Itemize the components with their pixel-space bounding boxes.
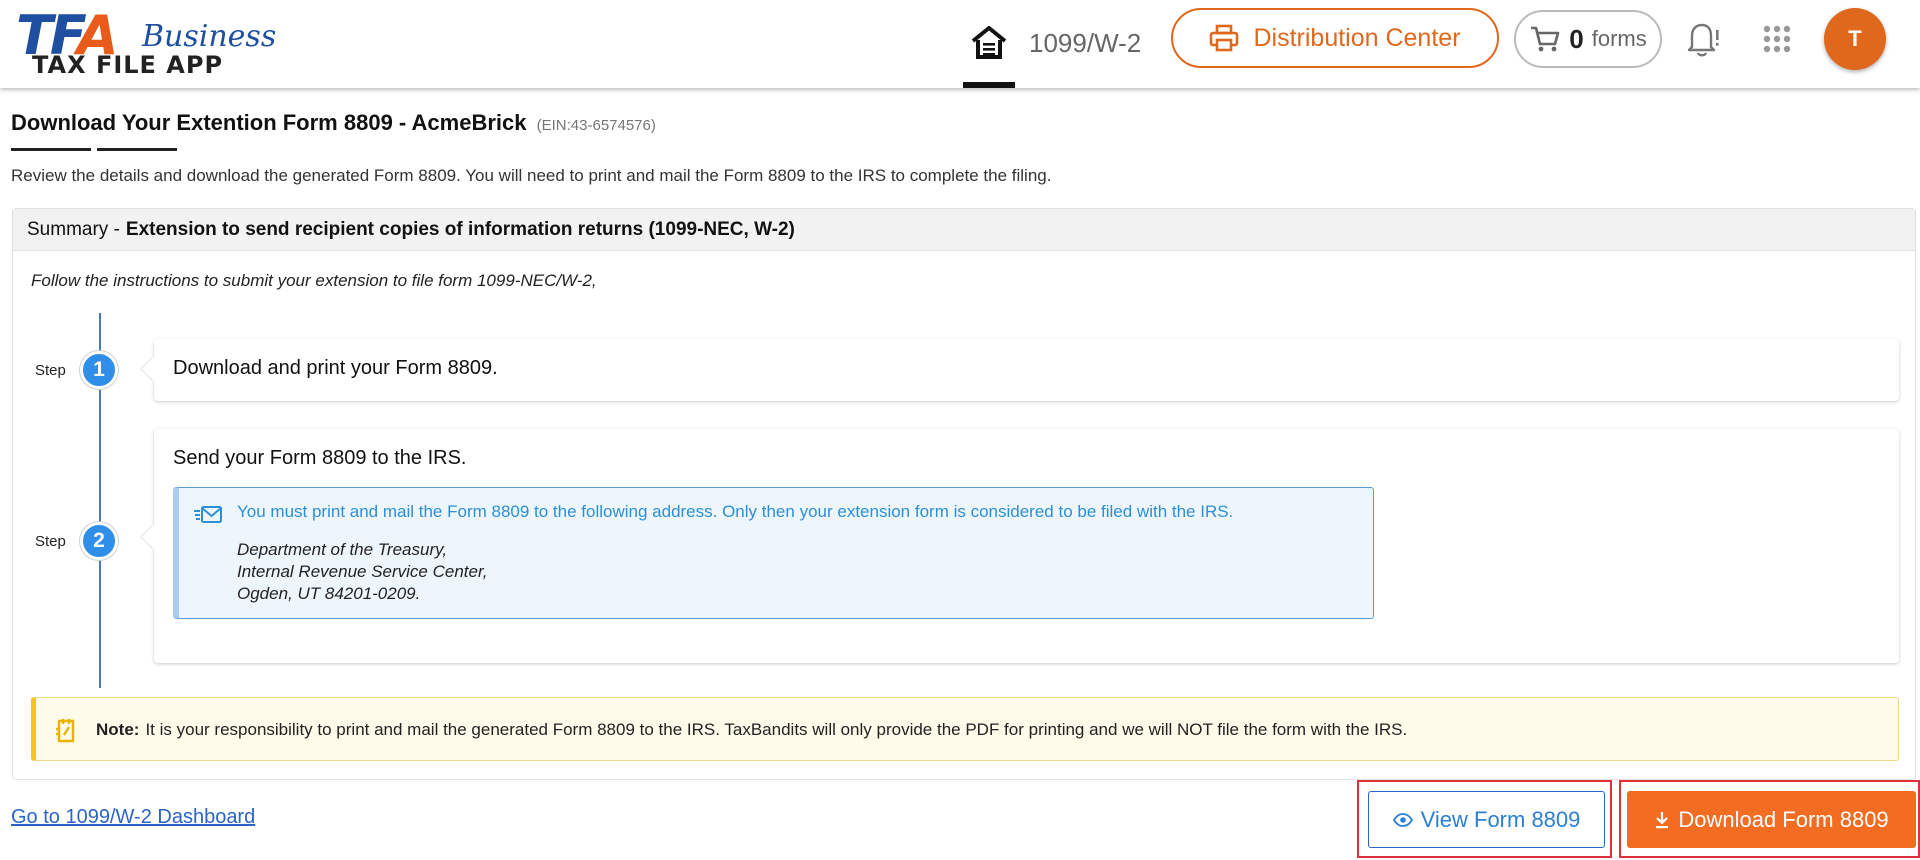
- note-label: Note:: [96, 720, 140, 739]
- view-form-label: View Form 8809: [1420, 806, 1581, 832]
- step-1-text: Download and print your Form 8809.: [173, 357, 498, 379]
- mail-notice: You must print and mail the Form 8809 to…: [173, 487, 1374, 619]
- view-form-button[interactable]: View Form 8809: [1368, 791, 1605, 848]
- distribution-center-label: Distribution Center: [1253, 23, 1461, 52]
- summary-title: Extension to send recipient copies of in…: [125, 218, 795, 240]
- title-underline: [97, 148, 177, 151]
- cart-count: 0: [1569, 23, 1584, 54]
- note-text: Note: It is your responsibility to print …: [96, 720, 1407, 740]
- user-avatar[interactable]: T: [1824, 8, 1886, 70]
- step-2-label: Step: [35, 533, 66, 550]
- summary-header: Summary - Extension to send recipient co…: [13, 209, 1915, 251]
- home-icon: [971, 26, 1007, 59]
- page-description: Review the details and download the gene…: [11, 166, 1052, 185]
- cart-label: forms: [1591, 26, 1647, 51]
- step-1-card: Download and print your Form 8809.: [154, 339, 1899, 401]
- top-header: TFA Business TAX FILE APP 1099/W-2 Distr…: [0, 0, 1920, 88]
- printer-icon: [1210, 24, 1239, 52]
- instructions-text: Follow the instructions to submit your e…: [31, 271, 597, 290]
- step-2-card: Send your Form 8809 to the IRS. You must…: [154, 429, 1899, 663]
- address-line-2: Internal Revenue Service Center,: [237, 562, 488, 581]
- note-body: It is your responsibility to print and m…: [145, 720, 1408, 739]
- grid-icon[interactable]: [1762, 24, 1792, 54]
- tax-file-app-logo[interactable]: TFA Business TAX FILE APP: [16, 8, 276, 79]
- ein-label: (EIN:43-6574576): [536, 117, 656, 134]
- step-2-number: 2: [80, 522, 118, 560]
- cart-button[interactable]: 0 forms: [1514, 10, 1662, 68]
- cart-icon: [1531, 26, 1560, 52]
- title-underline: [11, 148, 91, 151]
- address-line-3: Ogden, UT 84201-0209.: [237, 584, 421, 603]
- nav-1099-w2[interactable]: 1099/W-2: [1029, 28, 1141, 58]
- home-nav-button[interactable]: [963, 20, 1015, 88]
- page-title-text: Download Your Extention Form 8809 - Acme…: [11, 110, 527, 135]
- step-1-number: 1: [80, 351, 118, 389]
- logo-business-text: Business: [142, 19, 277, 54]
- step-1-label: Step: [35, 362, 66, 379]
- download-form-label: Download Form 8809: [1678, 806, 1889, 832]
- step-2-text: Send your Form 8809 to the IRS.: [173, 447, 467, 469]
- download-icon: [1656, 811, 1669, 828]
- active-nav-indicator: [963, 82, 1015, 88]
- page-title: Download Your Extention Form 8809 - Acme…: [11, 110, 656, 139]
- distribution-center-button[interactable]: Distribution Center: [1171, 8, 1499, 68]
- summary-card: Summary - Extension to send recipient co…: [12, 208, 1916, 780]
- download-form-button[interactable]: Download Form 8809: [1627, 791, 1916, 848]
- address-line-1: Department of the Treasury,: [237, 540, 448, 559]
- summary-prefix: Summary -: [27, 218, 120, 240]
- logo-app-name: TAX FILE APP: [32, 51, 224, 79]
- note-box: Note: It is your responsibility to print …: [31, 697, 1899, 761]
- dashboard-link[interactable]: Go to 1099/W-2 Dashboard: [11, 806, 255, 829]
- mail-notice-message: You must print and mail the Form 8809 to…: [237, 502, 1234, 521]
- bell-icon[interactable]: [1685, 20, 1721, 58]
- mail-icon: [194, 506, 222, 523]
- eye-icon: [1392, 812, 1413, 827]
- note-icon: [56, 719, 75, 743]
